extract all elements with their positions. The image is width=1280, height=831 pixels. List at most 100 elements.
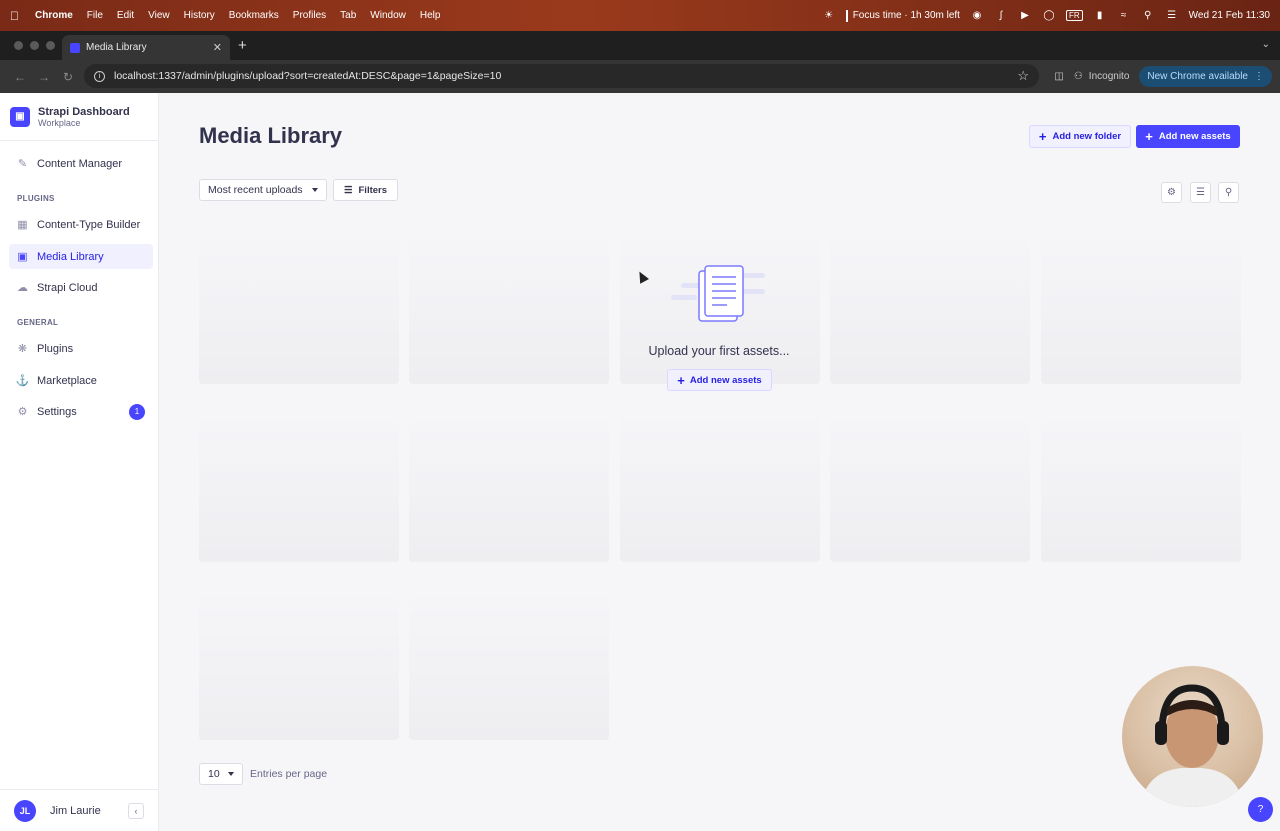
sidebar-item-media-library[interactable]: ▣ Media Library bbox=[9, 244, 153, 269]
bookmark-star-icon[interactable]: ☆ bbox=[1017, 68, 1029, 84]
sidebar-item-strapi-cloud[interactable]: ☁ Strapi Cloud bbox=[9, 275, 153, 300]
placeholder-card bbox=[409, 229, 609, 384]
datetime[interactable]: Wed 21 Feb 11:30 bbox=[1189, 10, 1270, 21]
status-area: ☀ Focus time · 1h 30m left ◉ ∫ ▶ ◯ FR ▮ … bbox=[822, 9, 1270, 23]
settings-button[interactable]: ⚙ bbox=[1161, 182, 1182, 203]
apple-icon[interactable]:  bbox=[10, 9, 28, 23]
menu-edit[interactable]: Edit bbox=[110, 10, 141, 21]
battery-icon[interactable]: ▮ bbox=[1093, 9, 1107, 23]
vpn-icon[interactable]: ◉ bbox=[970, 9, 984, 23]
sidebar-item-content-type-builder[interactable]: ▦ Content-Type Builder bbox=[9, 212, 153, 237]
puzzle-icon: ❋ bbox=[17, 343, 28, 355]
wifi-icon[interactable]: ≈ bbox=[1117, 9, 1131, 23]
empty-add-new-assets-label: Add new assets bbox=[689, 374, 762, 386]
menu-window[interactable]: Window bbox=[363, 10, 413, 21]
update-chrome-label: New Chrome available bbox=[1147, 70, 1248, 82]
os-menu: Chrome File Edit View History Bookmarks … bbox=[28, 10, 447, 21]
menu-view[interactable]: View bbox=[141, 10, 177, 21]
reload-icon[interactable]: ↻ bbox=[56, 70, 80, 84]
sidebar-item-content-manager[interactable]: ✎ Content Manager bbox=[9, 151, 153, 176]
brightness-icon[interactable]: ☀ bbox=[822, 9, 836, 23]
cart-icon: ⚓ bbox=[15, 375, 30, 387]
bluetooth-icon[interactable]: ∫ bbox=[994, 9, 1008, 23]
placeholder-card bbox=[830, 407, 1030, 562]
focus-timer[interactable]: Focus time · 1h 30m left bbox=[845, 9, 960, 22]
url-field[interactable]: i localhost:1337/admin/plugins/upload?so… bbox=[84, 64, 1039, 88]
strapi-favicon-icon bbox=[70, 42, 80, 53]
sidebar-item-settings[interactable]: ⚙ Settings 1 bbox=[9, 399, 153, 424]
add-new-folder-button[interactable]: + Add new folder bbox=[1029, 125, 1131, 148]
menu-app-name[interactable]: Chrome bbox=[28, 10, 80, 21]
plus-icon: + bbox=[1145, 129, 1153, 144]
sidebar-item-label: Marketplace bbox=[37, 374, 97, 387]
sidebar-item-label: Plugins bbox=[37, 342, 74, 355]
presenter-video-icon bbox=[1140, 684, 1244, 807]
minimize-window-icon[interactable] bbox=[30, 41, 39, 50]
feather-icon: ✎ bbox=[17, 158, 28, 170]
sidebar-item-label: Strapi Cloud bbox=[37, 281, 98, 294]
placeholder-card bbox=[1041, 229, 1241, 384]
placeholder-card bbox=[409, 585, 609, 740]
browser-tab[interactable]: Media Library ✕ bbox=[62, 35, 230, 60]
os-menubar:  Chrome File Edit View History Bookmark… bbox=[0, 0, 1280, 31]
menu-profiles[interactable]: Profiles bbox=[286, 10, 333, 21]
menu-bookmarks[interactable]: Bookmarks bbox=[222, 10, 286, 21]
new-tab-icon[interactable]: + bbox=[238, 37, 247, 54]
close-window-icon[interactable] bbox=[14, 41, 23, 50]
page-size-select[interactable]: 10 bbox=[199, 763, 243, 785]
list-view-button[interactable]: ☰ bbox=[1190, 182, 1211, 203]
update-chrome-button[interactable]: New Chrome available ⋮ bbox=[1139, 65, 1272, 87]
back-icon[interactable]: ← bbox=[8, 70, 32, 84]
search-button[interactable]: ⚲ bbox=[1218, 182, 1239, 203]
plus-icon: + bbox=[1038, 129, 1047, 144]
cloud-icon: ☁ bbox=[17, 282, 28, 294]
control-center-icon[interactable]: ☰ bbox=[1165, 9, 1179, 23]
side-panel-icon[interactable]: ◫ bbox=[1054, 71, 1063, 82]
sidebar-item-label: Settings bbox=[37, 405, 77, 418]
strapi-app: ▣ Strapi Dashboard Workplace ✎ Content M… bbox=[0, 93, 1280, 831]
sidebar: ▣ Strapi Dashboard Workplace ✎ Content M… bbox=[0, 93, 159, 831]
image-icon: ▣ bbox=[17, 251, 28, 263]
avatar[interactable]: JL bbox=[14, 799, 36, 822]
help-button[interactable]: ? bbox=[1248, 797, 1273, 822]
webcam-overlay bbox=[1122, 666, 1263, 807]
placeholder-card bbox=[199, 585, 399, 740]
add-new-assets-button[interactable]: + Add new assets bbox=[1136, 125, 1240, 148]
filters-button[interactable]: ☰ Filters bbox=[333, 179, 398, 201]
brand-subtitle: Workplace bbox=[38, 117, 81, 128]
sidebar-item-marketplace[interactable]: ⚓ Marketplace bbox=[9, 368, 153, 393]
user-bar: JL Jim Laurie ‹ bbox=[0, 789, 158, 831]
placeholder-card bbox=[830, 229, 1030, 384]
sort-value: Most recent uploads bbox=[208, 184, 303, 196]
menu-history[interactable]: History bbox=[177, 10, 222, 21]
incognito-label: Incognito bbox=[1088, 70, 1130, 82]
page-size-label: Entries per page bbox=[250, 768, 328, 780]
add-new-folder-label: Add new folder bbox=[1052, 131, 1122, 142]
sort-select[interactable]: Most recent uploads bbox=[199, 179, 327, 201]
spotlight-icon[interactable]: ⚲ bbox=[1141, 9, 1155, 23]
menu-help[interactable]: Help bbox=[413, 10, 448, 21]
menu-file[interactable]: File bbox=[80, 10, 110, 21]
menu-tab[interactable]: Tab bbox=[333, 10, 363, 21]
maximize-window-icon[interactable] bbox=[46, 41, 55, 50]
headphones-icon[interactable]: ◯ bbox=[1042, 9, 1056, 23]
brand-text: Strapi Dashboard Workplace bbox=[38, 106, 130, 128]
sidebar-item-plugins[interactable]: ❋ Plugins bbox=[9, 336, 153, 361]
tab-search-icon[interactable]: ⌄ bbox=[1262, 39, 1270, 50]
site-info-icon[interactable]: i bbox=[94, 70, 105, 82]
incognito-indicator[interactable]: ⚇ Incognito bbox=[1074, 71, 1130, 82]
close-tab-icon[interactable]: ✕ bbox=[213, 41, 222, 54]
forward-icon[interactable]: → bbox=[32, 70, 56, 84]
browser-actions: ◫ ⚇ Incognito New Chrome available ⋮ bbox=[1054, 64, 1272, 88]
browser-tabstrip: Media Library ✕ + ⌄ bbox=[0, 31, 1280, 60]
more-menu-icon: ⋮ bbox=[1254, 70, 1264, 82]
empty-add-new-assets-button[interactable]: + Add new assets bbox=[667, 369, 772, 391]
play-icon[interactable]: ▶ bbox=[1018, 9, 1032, 23]
collapse-sidebar-icon[interactable]: ‹ bbox=[128, 802, 144, 819]
main-content: Media Library + Add new folder + Add new… bbox=[159, 93, 1280, 831]
input-source[interactable]: FR bbox=[1065, 10, 1083, 21]
user-name[interactable]: Jim Laurie bbox=[50, 805, 101, 817]
page-size-value: 10 bbox=[208, 768, 220, 780]
tab-title: Media Library bbox=[86, 42, 147, 53]
layout-icon: ▦ bbox=[17, 219, 28, 231]
